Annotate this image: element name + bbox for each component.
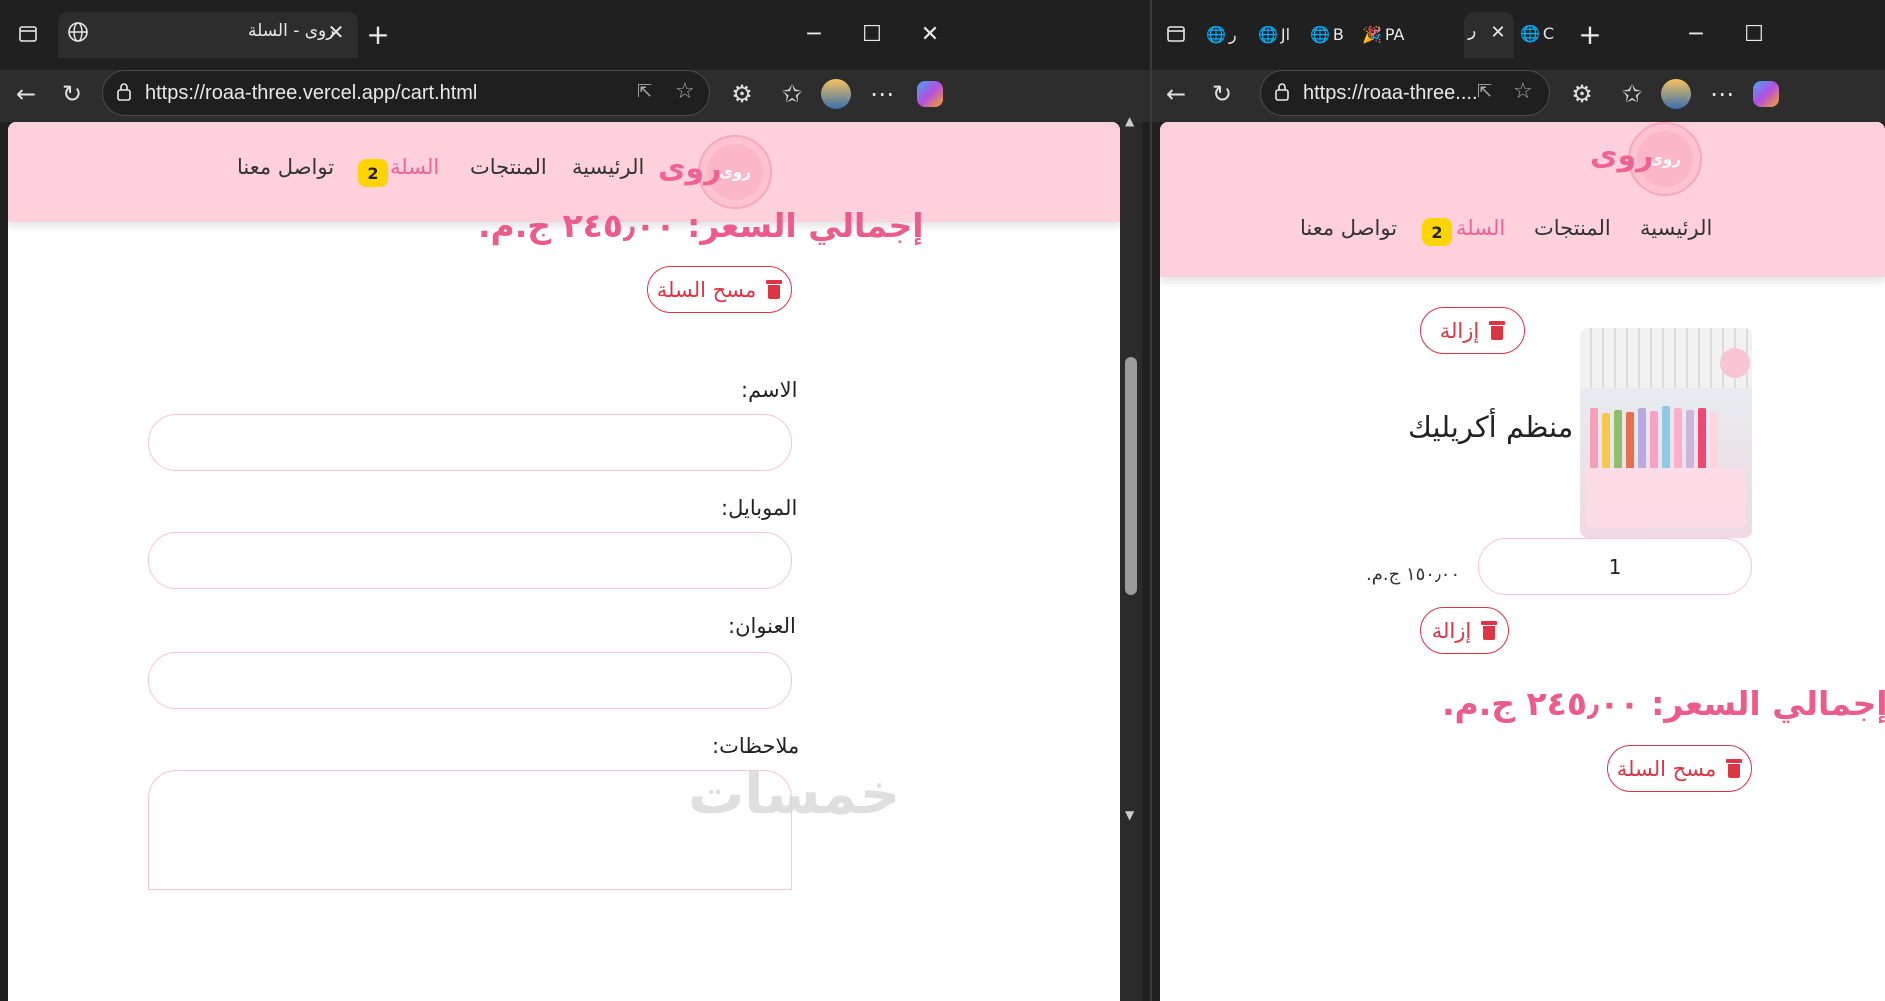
- star-icon[interactable]: ☆: [675, 79, 695, 104]
- item-price: ١٥٠٫٠٠ ج.م.: [1366, 564, 1461, 585]
- scroll-down-icon[interactable]: ▼: [1125, 808, 1134, 822]
- remove-item-button-1[interactable]: إزالة: [1420, 307, 1525, 354]
- star-icon[interactable]: ☆: [1513, 79, 1533, 104]
- globe-icon: 🌐: [1310, 24, 1330, 44]
- mobile-label: الموبايل:: [721, 496, 798, 520]
- extensions-icon[interactable]: ⚙: [1562, 74, 1602, 114]
- name-input[interactable]: [148, 414, 792, 471]
- avatar[interactable]: [1656, 74, 1696, 114]
- quantity-input[interactable]: 1: [1478, 538, 1752, 595]
- favorites-icon[interactable]: ✩: [772, 74, 812, 114]
- menu-icon[interactable]: ⋯: [1702, 74, 1742, 114]
- clear-cart-label: مسح السلة: [1616, 756, 1717, 781]
- brand-name[interactable]: روى: [658, 151, 721, 186]
- cart-count-badge: 2: [358, 159, 388, 187]
- address-label: العنوان:: [728, 614, 796, 638]
- nav-products[interactable]: المنتجات: [470, 155, 547, 179]
- scroll-up-icon[interactable]: ▲: [1125, 114, 1134, 128]
- globe-icon: 🌐: [1258, 24, 1278, 44]
- party-icon: 🎉: [1362, 24, 1382, 44]
- reload-icon[interactable]: ↻: [52, 74, 92, 114]
- scrollbar-thumb[interactable]: [1125, 357, 1137, 595]
- browser-window-right: 🌐 ر 🌐 Jl 🌐 B 🎉 PA ر ✕ 🌐 C + ─ ☐ ← ↻ https://r…: [1152, 0, 1885, 1001]
- back-icon[interactable]: ←: [6, 74, 46, 114]
- reload-icon[interactable]: ↻: [1202, 74, 1242, 114]
- share-icon[interactable]: ⇱: [1477, 81, 1492, 102]
- plus-icon[interactable]: +: [1570, 14, 1610, 54]
- tab-3[interactable]: 🌐 B: [1310, 25, 1358, 44]
- clear-cart-button[interactable]: مسح السلة: [1607, 745, 1752, 792]
- nav-cart[interactable]: السلة: [1456, 216, 1505, 240]
- copilot-icon[interactable]: [1746, 74, 1786, 114]
- page-viewport: إزالة روى روى الرئيسية المنتجات السلة 2 …: [1160, 122, 1885, 1001]
- nav-cart[interactable]: السلة: [390, 155, 439, 179]
- window-close-icon[interactable]: ✕: [906, 14, 954, 54]
- trash-icon: [1726, 759, 1743, 778]
- trash-icon: [1489, 321, 1506, 340]
- trash-icon: [766, 280, 783, 299]
- sidebar-icon[interactable]: [8, 14, 48, 54]
- tab-list: 🌐 ر 🌐 Jl 🌐 B 🎉 PA: [1206, 14, 1422, 54]
- scrollbar[interactable]: ▲ ▼: [1120, 114, 1142, 1001]
- watermark: خمسات: [688, 762, 901, 827]
- avatar[interactable]: [816, 74, 856, 114]
- tab-1[interactable]: 🌐 ر: [1206, 25, 1254, 44]
- name-label: الاسم:: [741, 378, 798, 402]
- remove-item-button-2[interactable]: إزالة: [1420, 607, 1509, 654]
- copilot-icon[interactable]: [910, 74, 950, 114]
- url-text: https://roaa-three....: [1303, 82, 1478, 104]
- nav-home[interactable]: الرئيسية: [572, 155, 644, 179]
- globe-icon: 🌐: [1520, 24, 1540, 43]
- notes-label: ملاحظات:: [712, 734, 800, 758]
- plus-icon[interactable]: +: [358, 14, 398, 54]
- trash-icon: [1481, 621, 1498, 640]
- maximize-icon[interactable]: ☐: [848, 14, 896, 54]
- url-field[interactable]: https://roaa-three.... ⇱ ☆: [1260, 70, 1550, 116]
- clear-cart-button[interactable]: مسح السلة: [647, 266, 792, 313]
- menu-icon[interactable]: ⋯: [862, 74, 902, 114]
- nav-products[interactable]: المنتجات: [1534, 216, 1611, 240]
- extensions-icon[interactable]: ⚙: [722, 74, 762, 114]
- minimize-icon[interactable]: ─: [790, 14, 838, 54]
- favorites-icon[interactable]: ✩: [1612, 74, 1652, 114]
- tab-strip: روى - السلة ✕ + ─ ☐ ✕: [0, 0, 1150, 70]
- brand-name[interactable]: روى: [1590, 138, 1653, 173]
- url-text: https://roaa-three.vercel.app/cart.html: [145, 82, 478, 104]
- lock-icon: [115, 82, 133, 106]
- globe-icon: [58, 12, 98, 52]
- address-bar-row: ← ↻ https://roaa-three.vercel.app/cart.h…: [0, 70, 1150, 122]
- product-image: [1580, 328, 1752, 538]
- product-name: منظم أكريليك: [1408, 410, 1574, 444]
- sidebar-icon[interactable]: [1156, 14, 1196, 54]
- url-field[interactable]: https://roaa-three.vercel.app/cart.html …: [102, 70, 710, 116]
- lock-icon: [1273, 82, 1291, 106]
- site-header: روى روى الرئيسية المنتجات السلة 2 تواصل …: [1160, 122, 1885, 277]
- maximize-icon[interactable]: ☐: [1730, 14, 1778, 54]
- cart-count-badge: 2: [1422, 218, 1452, 246]
- tab-cart[interactable]: روى - السلة ✕: [58, 12, 358, 58]
- nav-contact[interactable]: تواصل معنا: [1300, 216, 1397, 240]
- share-icon[interactable]: ⇱: [637, 81, 652, 102]
- tab-active[interactable]: ر ✕: [1464, 12, 1514, 58]
- nav-home[interactable]: الرئيسية: [1640, 216, 1712, 240]
- globe-icon: 🌐: [1206, 24, 1226, 44]
- nav-contact[interactable]: تواصل معنا: [237, 155, 334, 179]
- close-icon[interactable]: ✕: [316, 12, 356, 52]
- tab-strip: 🌐 ر 🌐 Jl 🌐 B 🎉 PA ر ✕ 🌐 C + ─ ☐: [1152, 0, 1885, 70]
- mobile-input[interactable]: [148, 532, 792, 589]
- page-viewport: روى روى الرئيسية المنتجات السلة 2 تواصل …: [8, 122, 1120, 1001]
- cart-total: إجمالي السعر: ٢٤٥٫٠٠ ج.م.: [1442, 684, 1885, 723]
- address-input[interactable]: [148, 652, 792, 709]
- minimize-icon[interactable]: ─: [1672, 14, 1720, 54]
- browser-window-left: روى - السلة ✕ + ─ ☐ ✕ ← ↻ https://roaa-t…: [0, 0, 1150, 1001]
- tab-2[interactable]: 🌐 Jl: [1258, 25, 1306, 44]
- clear-cart-label: مسح السلة: [656, 277, 757, 302]
- cart-total: إجمالي السعر: ٢٤٥٫٠٠ ج.م.: [478, 206, 924, 245]
- back-icon[interactable]: ←: [1156, 74, 1196, 114]
- tab-4[interactable]: 🎉 PA: [1362, 25, 1422, 44]
- address-bar-row: ← ↻ https://roaa-three.... ⇱ ☆ ⚙ ✩ ⋯: [1152, 70, 1885, 122]
- tab-6[interactable]: 🌐 C: [1520, 24, 1554, 43]
- close-icon[interactable]: ✕: [1478, 12, 1518, 52]
